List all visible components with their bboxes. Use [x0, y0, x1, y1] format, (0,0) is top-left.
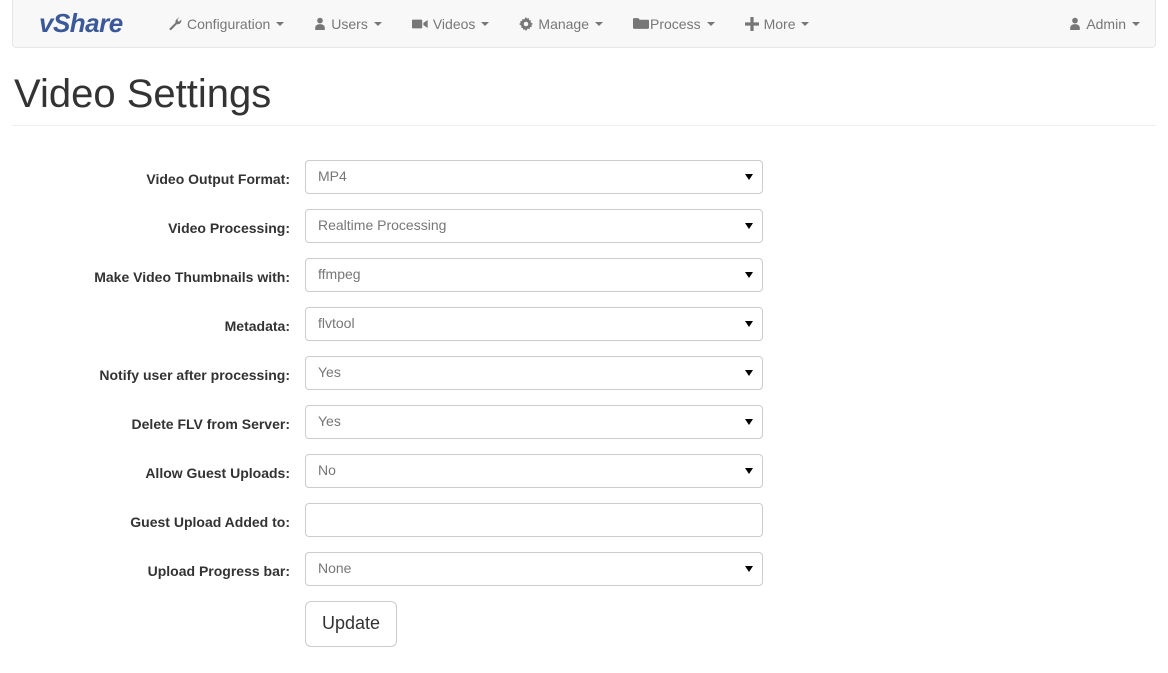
label-delete-flv-from-server: Delete FLV from Server:: [131, 416, 290, 432]
label-make-video-thumbnails-with: Make Video Thumbnails with:: [94, 269, 290, 285]
nav-item-manage[interactable]: Manage: [504, 0, 618, 47]
form-row-make-video-thumbnails-with: Make Video Thumbnails with: ffmpeg: [0, 258, 1168, 307]
nav-item-label: Admin: [1086, 15, 1126, 32]
plus-icon: [744, 16, 759, 31]
nav-item-process[interactable]: Process: [618, 0, 730, 47]
form-row-video-output-format: Video Output Format: MP4: [0, 160, 1168, 209]
top-navbar: vShare Configuration Users Videos Manage…: [12, 0, 1156, 48]
select-make-video-thumbnails-with[interactable]: ffmpeg: [305, 258, 763, 292]
chevron-down-icon: [373, 21, 382, 26]
gear-icon: [519, 16, 534, 31]
chevron-down-icon: [595, 21, 603, 26]
wrench-icon: [168, 17, 182, 31]
select-notify-user-after-processing[interactable]: Yes: [305, 356, 763, 390]
form-row-delete-flv-from-server: Delete FLV from Server: Yes: [0, 405, 1168, 454]
nav-item-configuration[interactable]: Configuration: [153, 0, 299, 47]
brand-logo[interactable]: vShare: [39, 0, 123, 47]
video-camera-icon: [411, 18, 428, 30]
navbar-account-area: Admin: [1054, 0, 1155, 47]
label-upload-progress-bar: Upload Progress bar:: [147, 563, 290, 579]
select-metadata[interactable]: flvtool: [305, 307, 763, 341]
label-video-output-format: Video Output Format:: [146, 171, 290, 187]
chevron-down-icon: [1132, 21, 1140, 26]
user-icon: [314, 17, 326, 31]
navbar-menu: Configuration Users Videos Manage Proces…: [153, 0, 824, 47]
nav-item-admin[interactable]: Admin: [1054, 0, 1155, 47]
form-row-guest-upload-added-to: Guest Upload Added to:: [0, 503, 1168, 552]
page-header: Video Settings: [12, 72, 1156, 126]
nav-item-videos[interactable]: Videos: [397, 0, 505, 47]
form-row-video-processing: Video Processing: Realtime Processing: [0, 209, 1168, 258]
label-metadata: Metadata:: [224, 318, 290, 334]
guest-upload-added-to-input[interactable]: [305, 503, 763, 537]
header-divider: [12, 125, 1156, 126]
label-allow-guest-uploads: Allow Guest Uploads:: [145, 465, 290, 481]
label-video-processing: Video Processing:: [168, 220, 290, 236]
nav-item-label: Manage: [538, 15, 589, 32]
form-row-allow-guest-uploads: Allow Guest Uploads: No: [0, 454, 1168, 503]
user-icon: [1069, 17, 1081, 31]
form-row-upload-progress-bar: Upload Progress bar: None: [0, 552, 1168, 601]
nav-item-label: Videos: [432, 15, 476, 32]
form-row-metadata: Metadata: flvtool: [0, 307, 1168, 356]
nav-item-label: More: [763, 15, 796, 32]
select-video-processing[interactable]: Realtime Processing: [305, 209, 763, 243]
nav-item-more[interactable]: More: [730, 0, 825, 47]
select-delete-flv-from-server[interactable]: Yes: [305, 405, 763, 439]
select-video-output-format[interactable]: MP4: [305, 160, 763, 194]
form-actions: Update: [0, 601, 1168, 651]
select-allow-guest-uploads[interactable]: No: [305, 454, 763, 488]
chevron-down-icon: [706, 21, 715, 26]
nav-item-label: Process: [650, 15, 701, 32]
label-guest-upload-added-to: Guest Upload Added to:: [130, 514, 290, 530]
nav-item-label: Users: [331, 15, 368, 32]
nav-item-label: Configuration: [187, 15, 271, 32]
video-settings-form: Video Output Format: MP4 Video Processin…: [0, 160, 1168, 651]
nav-item-users[interactable]: Users: [299, 0, 397, 47]
chevron-down-icon: [801, 21, 810, 26]
update-button[interactable]: Update: [305, 601, 398, 647]
page-title: Video Settings: [14, 72, 272, 116]
chevron-down-icon: [276, 21, 285, 26]
label-notify-user-after-processing: Notify user after processing:: [99, 367, 290, 383]
form-row-notify-user-after-processing: Notify user after processing: Yes: [0, 356, 1168, 405]
select-upload-progress-bar[interactable]: None: [305, 552, 763, 586]
folder-icon: [633, 17, 649, 30]
chevron-down-icon: [481, 21, 490, 26]
